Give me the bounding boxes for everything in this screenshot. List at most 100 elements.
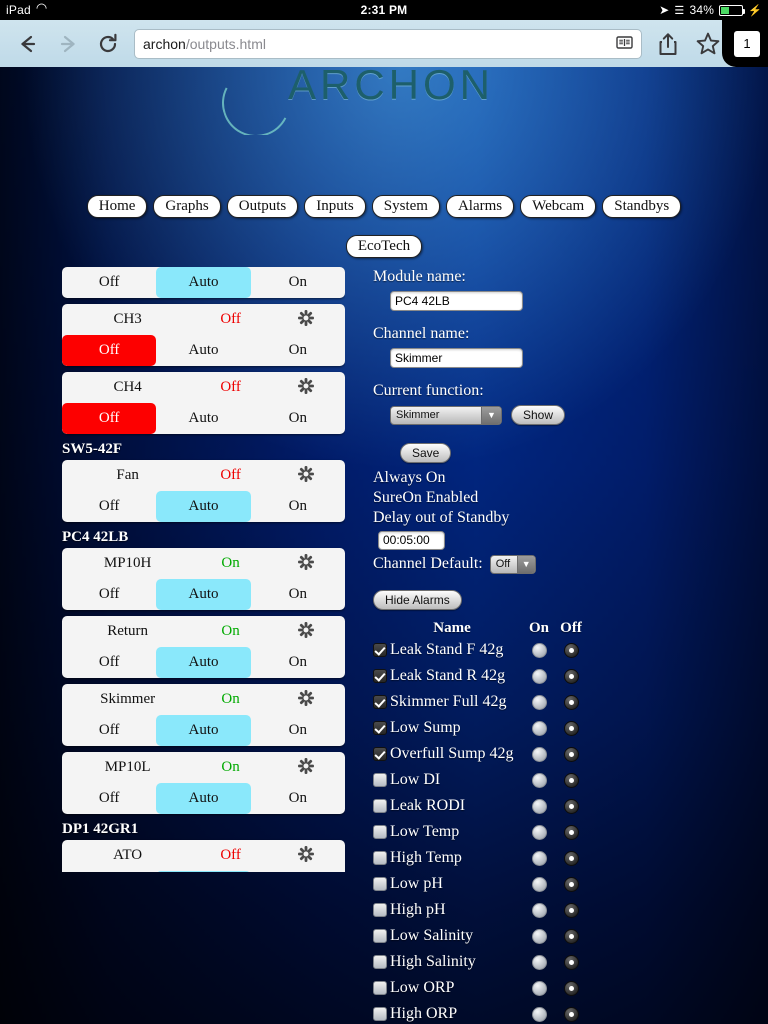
gear-icon[interactable] xyxy=(274,378,339,397)
alarm-enable-checkbox[interactable] xyxy=(373,903,387,917)
nav-link-alarms[interactable]: Alarms xyxy=(445,195,515,218)
nav-link-home[interactable]: Home xyxy=(86,195,148,218)
alarm-off-radio[interactable] xyxy=(563,824,579,840)
reload-button[interactable] xyxy=(88,24,128,64)
gear-icon[interactable] xyxy=(274,758,339,777)
channel-mode-off-button[interactable]: Off xyxy=(62,715,156,746)
channel-mode-off-button[interactable]: Off xyxy=(62,647,156,678)
back-button[interactable] xyxy=(8,24,48,64)
alarm-on-radio[interactable] xyxy=(531,980,547,996)
nav-link-ecotech[interactable]: EcoTech xyxy=(345,235,423,258)
alarm-off-radio[interactable] xyxy=(563,1006,579,1022)
gear-icon[interactable] xyxy=(274,622,339,641)
alarm-off-radio[interactable] xyxy=(563,642,579,658)
alarm-enable-checkbox[interactable] xyxy=(373,825,387,839)
alarm-enable-checkbox[interactable] xyxy=(373,747,387,761)
alarm-enable-checkbox[interactable] xyxy=(373,981,387,995)
alarm-on-radio[interactable] xyxy=(531,746,547,762)
alarm-enable-checkbox[interactable] xyxy=(373,773,387,787)
alarm-enable-checkbox[interactable] xyxy=(373,877,387,891)
channel-mode-auto-button[interactable]: Auto xyxy=(156,491,251,522)
gear-icon[interactable] xyxy=(274,846,339,865)
channel-mode-off-button[interactable]: Off xyxy=(62,579,156,610)
channel-default-select[interactable]: Off ▼ xyxy=(489,554,536,574)
alarm-enable-checkbox[interactable] xyxy=(373,643,387,657)
alarm-off-radio[interactable] xyxy=(563,668,579,684)
delay-out-of-standby-input[interactable]: 00:05:00 xyxy=(378,531,445,550)
alarm-enable-checkbox[interactable] xyxy=(373,799,387,813)
alarm-off-radio[interactable] xyxy=(563,746,579,762)
alarm-on-radio[interactable] xyxy=(531,642,547,658)
gear-icon[interactable] xyxy=(274,466,339,485)
alarm-on-radio[interactable] xyxy=(531,850,547,866)
alarm-enable-checkbox[interactable] xyxy=(373,955,387,969)
share-button[interactable] xyxy=(648,24,688,64)
channel-mode-on-button[interactable]: On xyxy=(251,491,345,522)
show-button[interactable]: Show xyxy=(511,405,566,425)
alarm-off-radio[interactable] xyxy=(563,928,579,944)
alarm-off-radio[interactable] xyxy=(563,954,579,970)
alarm-enable-checkbox[interactable] xyxy=(373,929,387,943)
channel-mode-on-button[interactable]: On xyxy=(251,647,345,678)
nav-link-inputs[interactable]: Inputs xyxy=(304,195,366,218)
gear-icon[interactable] xyxy=(274,554,339,573)
channel-mode-off-button[interactable]: Off xyxy=(62,491,156,522)
gear-icon[interactable] xyxy=(274,310,339,329)
channel-mode-off-button[interactable]: Off xyxy=(62,267,156,298)
alarm-enable-checkbox[interactable] xyxy=(373,721,387,735)
forward-button[interactable] xyxy=(48,24,88,64)
alarm-on-radio[interactable] xyxy=(531,772,547,788)
channel-mode-on-button[interactable]: On xyxy=(251,715,345,746)
alarm-off-radio[interactable] xyxy=(563,902,579,918)
nav-link-webcam[interactable]: Webcam xyxy=(520,195,597,218)
channel-mode-auto-button[interactable]: Auto xyxy=(156,715,251,746)
alarm-on-radio[interactable] xyxy=(531,954,547,970)
save-button[interactable]: Save xyxy=(400,443,452,463)
alarm-off-radio[interactable] xyxy=(563,772,579,788)
alarm-on-radio[interactable] xyxy=(531,798,547,814)
alarm-off-radio[interactable] xyxy=(563,720,579,736)
channel-mode-auto-button[interactable]: Auto xyxy=(156,783,251,814)
channel-name-input[interactable]: Skimmer xyxy=(390,348,523,368)
alarm-on-radio[interactable] xyxy=(531,928,547,944)
channel-mode-auto-button[interactable]: Auto xyxy=(156,579,251,610)
nav-link-graphs[interactable]: Graphs xyxy=(153,195,221,218)
current-function-select[interactable]: Skimmer ▼ xyxy=(390,405,502,425)
channel-mode-auto-button[interactable]: Auto xyxy=(156,647,251,678)
channel-mode-auto-button[interactable]: Auto xyxy=(156,871,251,872)
channel-mode-on-button[interactable]: On xyxy=(251,783,345,814)
alarm-enable-checkbox[interactable] xyxy=(373,669,387,683)
alarm-on-radio[interactable] xyxy=(531,824,547,840)
gear-icon[interactable] xyxy=(274,690,339,709)
reader-view-icon[interactable] xyxy=(616,35,633,53)
address-bar[interactable]: archon/outputs.html xyxy=(134,28,642,59)
alarm-enable-checkbox[interactable] xyxy=(373,1007,387,1021)
nav-link-outputs[interactable]: Outputs xyxy=(226,195,299,218)
channel-mode-auto-button[interactable]: Auto xyxy=(156,267,251,298)
hide-alarms-button[interactable]: Hide Alarms xyxy=(373,590,462,610)
alarm-off-radio[interactable] xyxy=(563,876,579,892)
alarm-on-radio[interactable] xyxy=(531,1006,547,1022)
channel-mode-on-button[interactable]: On xyxy=(251,403,345,434)
channel-mode-off-button[interactable]: Off xyxy=(62,783,156,814)
alarm-on-radio[interactable] xyxy=(531,902,547,918)
channel-mode-off-button[interactable]: Off xyxy=(62,335,157,366)
nav-link-standbys[interactable]: Standbys xyxy=(602,195,682,218)
channel-mode-on-button[interactable]: On xyxy=(251,579,345,610)
alarm-enable-checkbox[interactable] xyxy=(373,695,387,709)
alarm-on-radio[interactable] xyxy=(531,668,547,684)
channel-mode-off-button[interactable]: Off xyxy=(62,403,157,434)
alarm-on-radio[interactable] xyxy=(531,720,547,736)
channel-mode-auto-button[interactable]: Auto xyxy=(156,335,250,366)
nav-link-system[interactable]: System xyxy=(371,195,440,218)
channel-list-panel[interactable]: Off Auto On CH3 Off Off Auto On CH4 Off Off Auto On S… xyxy=(62,267,345,872)
alarm-enable-checkbox[interactable] xyxy=(373,851,387,865)
channel-mode-on-button[interactable]: On xyxy=(251,335,345,366)
alarm-off-radio[interactable] xyxy=(563,694,579,710)
alarm-off-radio[interactable] xyxy=(563,798,579,814)
alarm-off-radio[interactable] xyxy=(563,980,579,996)
alarm-off-radio[interactable] xyxy=(563,850,579,866)
alarm-on-radio[interactable] xyxy=(531,694,547,710)
module-name-input[interactable]: PC4 42LB xyxy=(390,291,523,311)
channel-mode-auto-button[interactable]: Auto xyxy=(156,403,250,434)
